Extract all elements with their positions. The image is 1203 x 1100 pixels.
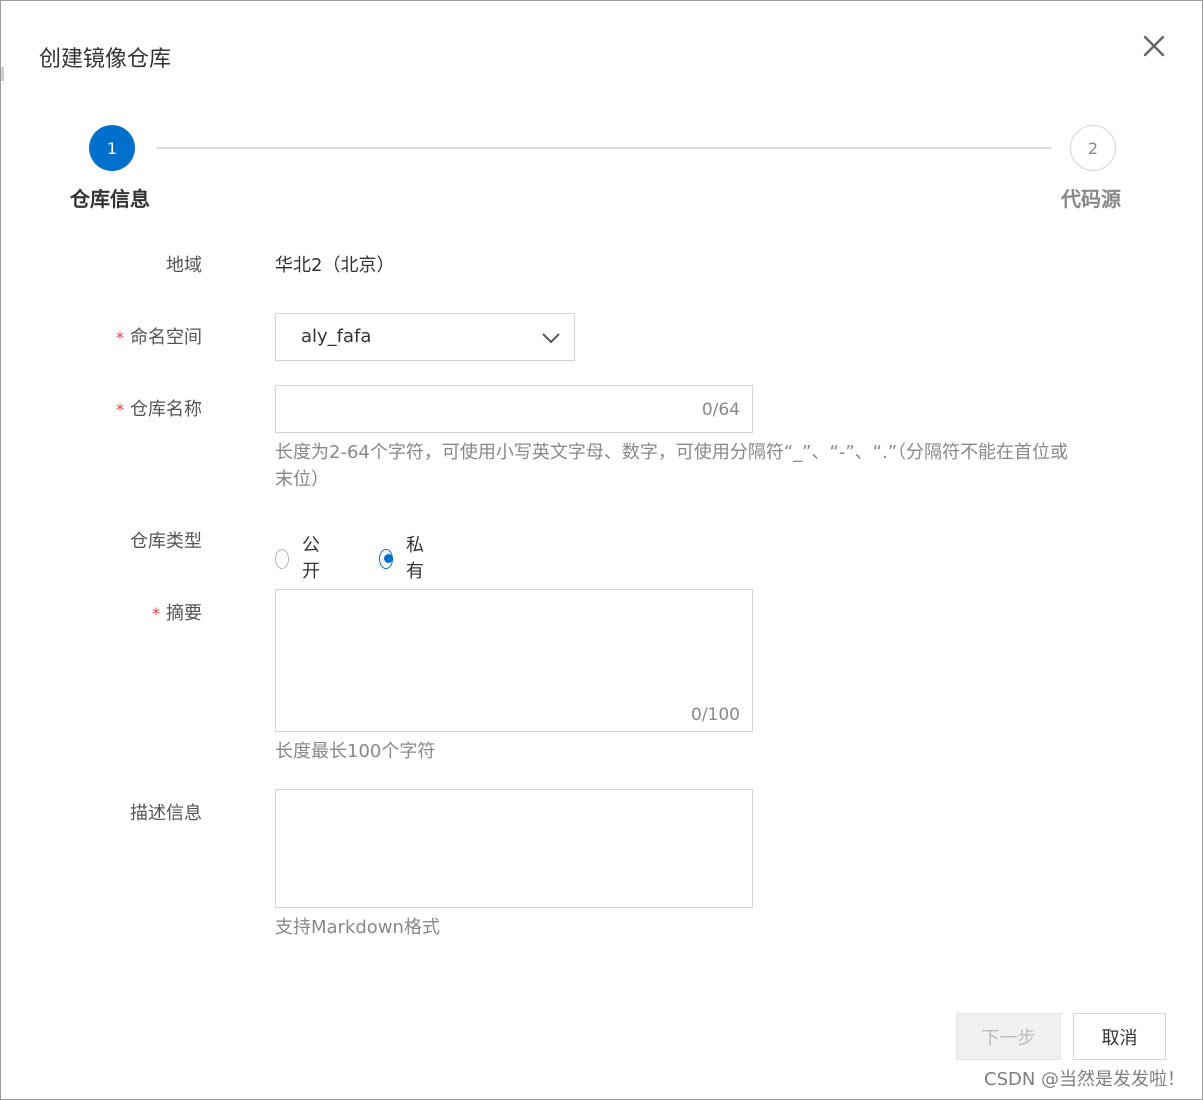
region-label: 地域 [166, 255, 202, 276]
summary-counter: 0/100 [691, 705, 740, 725]
required-mark: * [152, 604, 160, 623]
repo-name-input[interactable] [286, 394, 690, 426]
description-hint: 支持Markdown格式 [275, 917, 440, 938]
namespace-select[interactable]: aly_fafa [275, 313, 575, 361]
cancel-button[interactable]: 取消 [1073, 1013, 1166, 1060]
chevron-down-icon [542, 333, 560, 344]
summary-textarea[interactable] [284, 598, 744, 701]
step-1-label: 仓库信息 [70, 187, 150, 211]
repo-type-label: 仓库类型 [130, 531, 202, 552]
repo-type-private-option[interactable]: 私有 [379, 533, 430, 585]
watermark-text: CSDN @当然是发发啦！ [984, 1069, 1186, 1090]
create-repository-dialog: 创建镜像仓库 1 2 仓库信息 代码源 地域 华北2（北京） * 命名空间 aly… [0, 0, 1203, 1100]
background-edge-mark [1, 67, 4, 81]
radio-private[interactable] [379, 549, 393, 569]
repo-name-hint: 长度为2-64个字符，可使用小写英文字母、数字，可使用分隔符“_”、“-”、“.… [275, 442, 1069, 490]
radio-private-label: 私有 [406, 535, 424, 582]
close-button[interactable] [1137, 30, 1169, 62]
repo-type-public-option[interactable]: 公开 [275, 533, 326, 585]
required-mark: * [116, 400, 124, 419]
summary-label: * 摘要 [152, 603, 202, 624]
step-connector-line [156, 147, 1052, 149]
summary-hint: 长度最长100个字符 [275, 741, 436, 762]
region-value: 华北2（北京） [275, 255, 395, 276]
repo-name-field[interactable]: 0/64 [275, 385, 753, 433]
dialog-title: 创建镜像仓库 [39, 47, 172, 72]
close-icon [1143, 35, 1165, 57]
description-field[interactable] [275, 789, 753, 908]
required-mark: * [116, 328, 124, 347]
namespace-label: * 命名空间 [116, 327, 202, 348]
radio-public-label: 公开 [302, 535, 320, 582]
namespace-select-value: aly_fafa [301, 326, 372, 347]
step-2-label: 代码源 [1061, 187, 1121, 211]
radio-public[interactable] [275, 549, 289, 569]
description-label: 描述信息 [130, 803, 202, 824]
step-1-indicator: 1 [89, 125, 135, 171]
summary-field[interactable]: 0/100 [275, 589, 753, 732]
description-textarea[interactable] [284, 798, 744, 899]
step-2-indicator: 2 [1070, 125, 1116, 171]
repo-name-label: * 仓库名称 [116, 399, 202, 420]
next-step-button[interactable]: 下一步 [956, 1013, 1061, 1060]
repo-name-counter: 0/64 [701, 400, 740, 420]
